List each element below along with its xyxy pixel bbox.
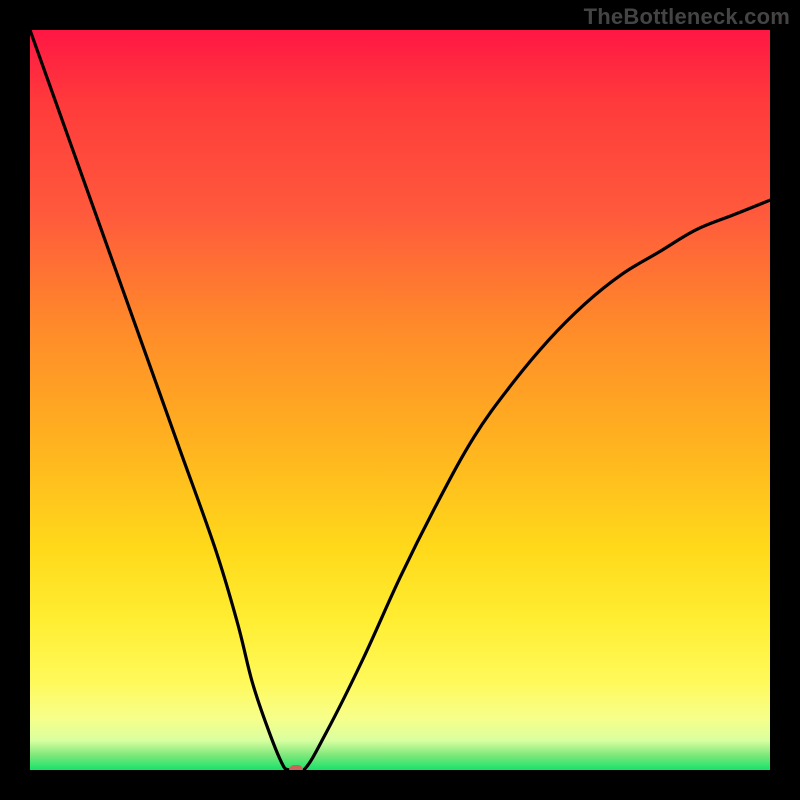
optimal-marker bbox=[289, 765, 303, 770]
chart-frame: TheBottleneck.com bbox=[0, 0, 800, 800]
bottleneck-curve bbox=[30, 30, 770, 770]
plot-area bbox=[30, 30, 770, 770]
watermark-text: TheBottleneck.com bbox=[584, 4, 790, 30]
curve-svg bbox=[30, 30, 770, 770]
